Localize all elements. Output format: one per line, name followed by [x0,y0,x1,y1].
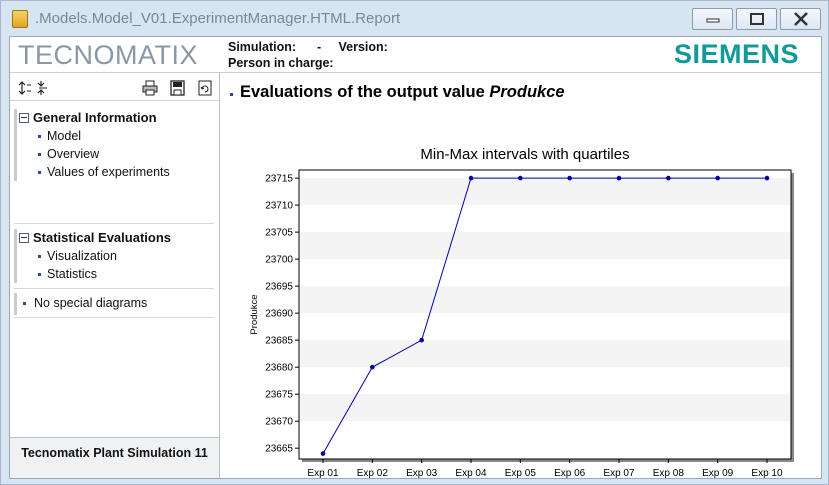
chart-title: Min-Max intervals with quartiles [420,146,629,163]
window-title: .Models.Model_V01.ExperimentManager.HTML… [35,10,401,27]
y-tick-label: 23685 [265,336,293,347]
grid-band [300,394,790,422]
siemens-logo: SIEMENS [674,39,800,69]
data-point [370,364,375,370]
version-label: Version: [338,40,388,54]
y-tick-label: 23705 [265,228,293,239]
y-tick-label: 23715 [265,174,293,185]
simulation-label: Simulation: [228,40,297,54]
nav-group-general-information: General Information Model Overview Value… [14,109,215,181]
nav-group-label: Statistical Evaluations [33,230,171,245]
data-point [567,175,572,181]
y-tick-label: 23665 [265,444,293,455]
divider [14,288,214,289]
divider [14,223,214,224]
close-icon [794,12,808,26]
data-point [715,175,720,181]
y-tick-label: 23675 [265,390,293,401]
sidebar-footer: Tecnomatix Plant Simulation 11 [10,437,219,478]
x-tick-label: Exp 04 [455,468,487,478]
x-tick-label: Exp 07 [603,468,635,478]
nav-group-header[interactable]: General Information [17,109,215,127]
report-content: TECNOMATIX Simulation: - Version: Person… [9,36,822,479]
person-in-charge-label: Person in charge: [228,56,334,70]
collapse-all-icon[interactable] [37,80,51,96]
navigation-sidebar: General Information Model Overview Value… [10,73,220,478]
sidebar-item-visualization[interactable]: Visualization [17,247,215,265]
y-tick-label: 23690 [265,309,293,320]
nav-group-header[interactable]: Statistical Evaluations [17,229,215,247]
x-tick-label: Exp 06 [554,468,586,478]
report-info: Simulation: - Version: Person in charge: [228,39,388,71]
y-tick-label: 23680 [265,363,293,374]
report-header: TECNOMATIX Simulation: - Version: Person… [10,37,821,73]
grid-band [300,178,790,206]
sidebar-item-statistics[interactable]: Statistics [17,265,215,283]
sidebar-item-values-of-experiments[interactable]: Values of experiments [17,163,215,181]
sidebar-item-no-special-diagrams[interactable]: No special diagrams [14,293,215,315]
x-tick-label: Exp 05 [505,468,537,478]
divider [14,317,214,318]
maximize-icon [750,13,764,25]
nav-group-label: General Information [33,110,157,125]
main-panel: Evaluations of the output value Produkce… [221,73,821,478]
y-axis-label: Produkce [249,294,260,334]
close-button[interactable] [780,8,821,30]
data-point [320,451,326,456]
expand-all-icon[interactable] [18,80,32,96]
title-bar[interactable]: .Models.Model_V01.ExperimentManager.HTML… [1,1,828,36]
x-tick-label: Exp 01 [307,468,339,478]
min-max-chart: Min-Max intervals with quartiles 23665 236… [249,146,794,478]
collapse-toggle-icon[interactable] [19,233,29,243]
data-point [666,175,671,181]
minimize-icon [706,18,720,23]
y-tick-label: 23670 [265,417,293,428]
save-icon[interactable] [170,80,185,96]
grid-band [300,286,790,314]
x-tick-label: Exp 08 [653,468,685,478]
x-tick-label: Exp 02 [357,468,389,478]
application-window: .Models.Model_V01.ExperimentManager.HTML… [0,0,829,485]
data-point [616,175,622,181]
data-point [419,337,424,343]
x-tick-label: Exp 09 [702,468,734,478]
minimize-button[interactable] [692,8,733,30]
grid-band [300,232,790,260]
page-title-text: Evaluations of the output value [240,83,490,101]
x-tick-label: Exp 10 [751,468,783,478]
refresh-icon[interactable] [198,80,212,96]
data-point [468,175,474,181]
nav-group-statistical-evaluations: Statistical Evaluations Visualization St… [14,229,215,283]
tecnomatix-logo: TECNOMATIX [18,40,198,70]
sidebar-item-overview[interactable]: Overview [17,145,215,163]
grid-band [300,340,790,368]
maximize-button[interactable] [736,8,777,30]
data-point [764,175,770,181]
output-variable-name: Produkce [489,83,565,101]
data-point [518,175,523,181]
simulation-value: - [316,40,322,54]
sidebar-toolbar [10,73,219,101]
collapse-toggle-icon[interactable] [19,113,29,123]
y-tick-label: 23695 [265,282,293,293]
page-title: Evaluations of the output value Produkce [230,83,565,102]
y-tick-label: 23710 [265,201,293,212]
y-tick-label: 23700 [265,255,293,266]
x-tick-label: Exp 03 [406,468,438,478]
print-icon[interactable] [142,80,158,96]
sidebar-item-model[interactable]: Model [17,127,215,145]
app-icon [12,10,28,28]
